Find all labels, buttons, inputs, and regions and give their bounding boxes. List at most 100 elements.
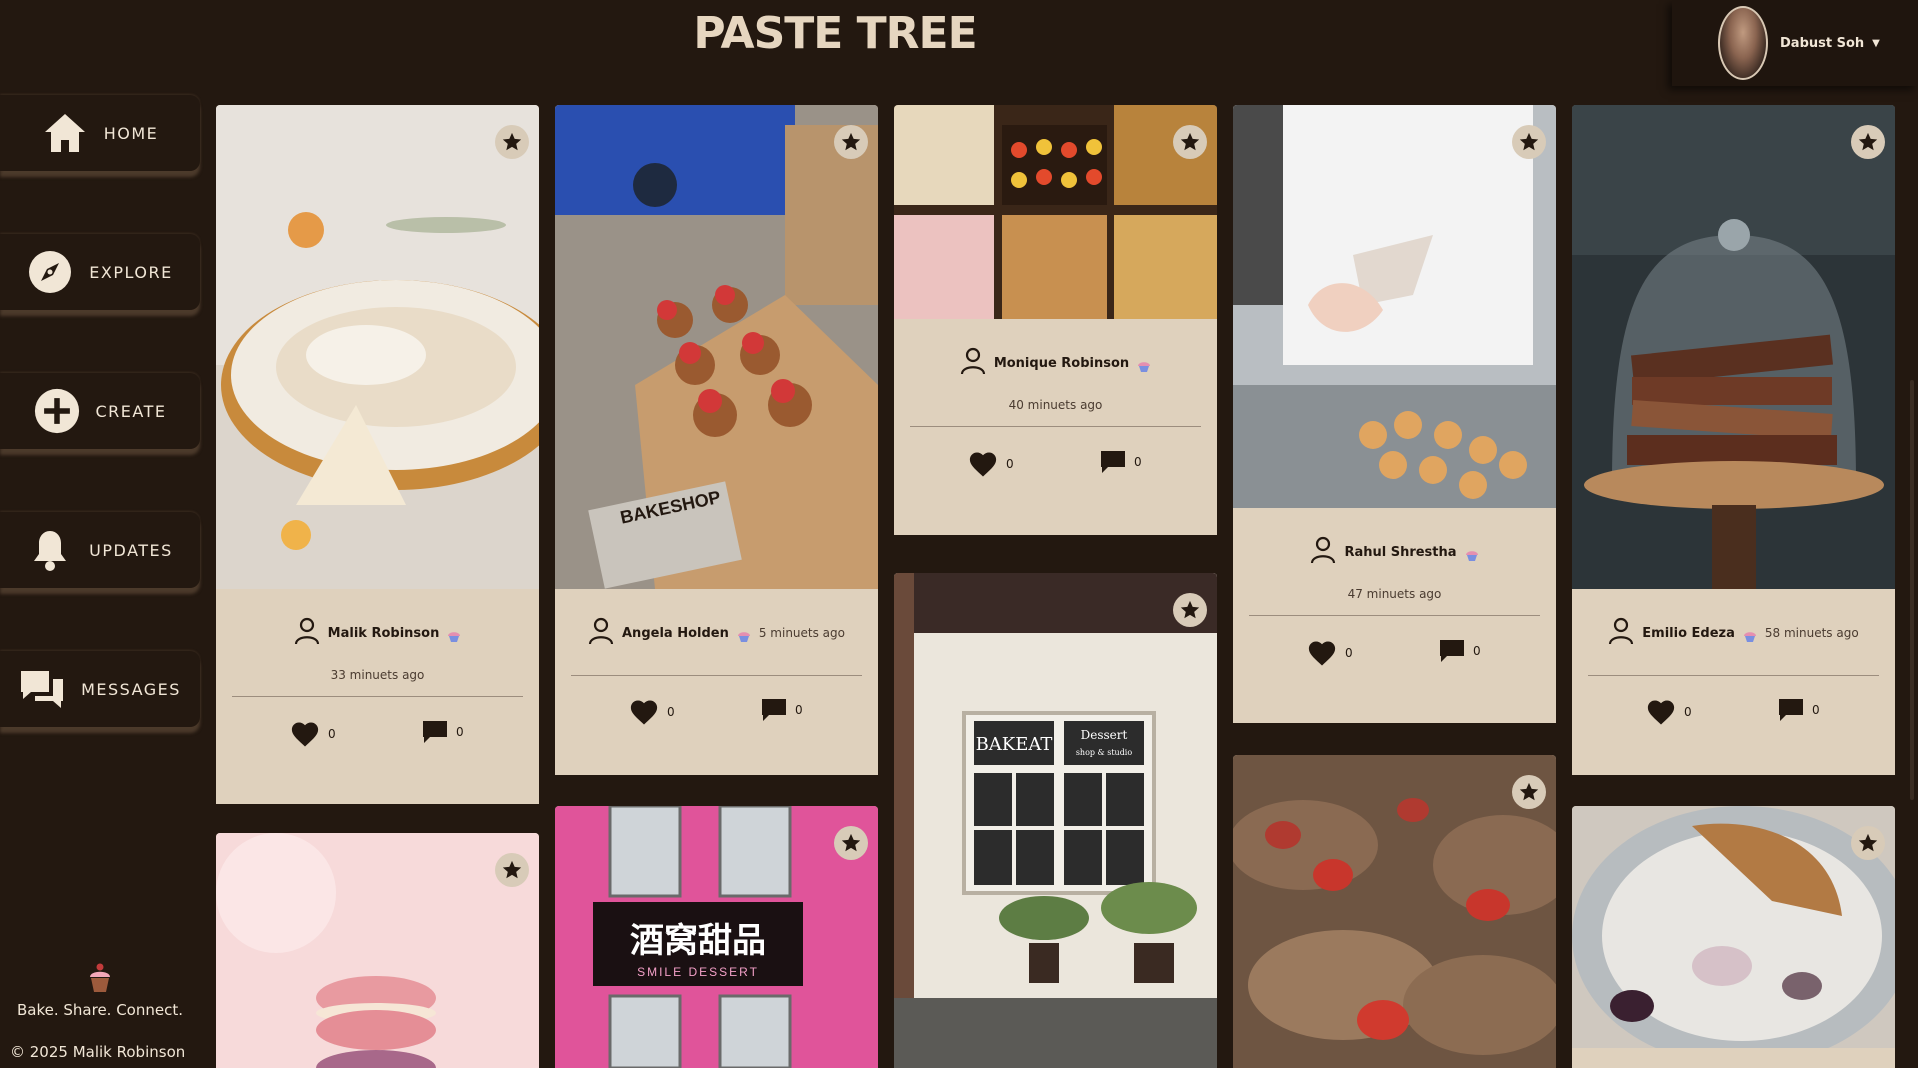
author-row: Monique Robinson: [894, 347, 1217, 379]
caret-down-icon[interactable]: ▼: [1872, 38, 1880, 49]
comment-count: 0: [1473, 644, 1481, 658]
cupcake-badge-icon: [1137, 357, 1151, 372]
comment-icon[interactable]: [761, 698, 787, 722]
comment-button[interactable]: 0: [1439, 639, 1481, 663]
post-author[interactable]: Angela Holden: [622, 626, 729, 641]
comment-icon[interactable]: [1778, 698, 1804, 722]
heart-icon[interactable]: [1307, 639, 1337, 667]
cupcake-badge-icon: [447, 627, 461, 642]
scrollbar-thumb[interactable]: [1910, 380, 1914, 800]
nav-home[interactable]: HOME: [0, 95, 200, 171]
comment-icon[interactable]: [1439, 639, 1465, 663]
favorite-star-button[interactable]: [1173, 593, 1207, 627]
comment-icon[interactable]: [422, 720, 448, 744]
post-image-bakeat-storefront[interactable]: BAKEAT Dessert shop & studio: [894, 573, 1217, 1068]
post-time: 5 minuets ago: [758, 626, 845, 640]
favorite-star-button[interactable]: [834, 826, 868, 860]
home-icon: [42, 110, 88, 156]
comment-button[interactable]: 0: [422, 720, 464, 744]
like-button[interactable]: 0: [290, 720, 336, 748]
post-card[interactable]: Monique Robinson 40 minuets ago 0 0: [894, 105, 1217, 535]
cupcake-badge-icon: [737, 627, 751, 642]
comment-icon[interactable]: [1100, 450, 1126, 474]
comment-button[interactable]: 0: [761, 698, 803, 722]
like-button[interactable]: 0: [968, 450, 1014, 478]
dessert-sign: Dessert: [1081, 728, 1128, 742]
post-card[interactable]: Rahul Shrestha 47 minuets ago 0 0: [1233, 105, 1556, 723]
user-icon: [1310, 536, 1336, 568]
nav-updates[interactable]: UPDATES: [0, 512, 200, 588]
like-button[interactable]: 0: [629, 698, 675, 726]
post-author[interactable]: Rahul Shrestha: [1344, 545, 1456, 560]
cupcake-badge-icon: [1743, 627, 1757, 642]
author-row: Rahul Shrestha: [1233, 536, 1556, 568]
user-icon: [588, 617, 614, 649]
divider: [571, 675, 862, 676]
post-card[interactable]: BAKEAT Dessert shop & studio: [894, 573, 1217, 1068]
comment-button[interactable]: 0: [1778, 698, 1820, 722]
user-icon: [294, 617, 320, 649]
user-icon: [960, 347, 986, 379]
post-image-piping-choux[interactable]: [1233, 105, 1556, 508]
post-time: 33 minuets ago: [330, 668, 425, 682]
user-menu[interactable]: Dabust Soh ▼: [1672, 0, 1918, 86]
post-image-smile-dessert-storefront[interactable]: 酒窝甜品 SMILE DESSERT: [555, 806, 878, 1068]
compass-icon: [27, 249, 73, 295]
heart-icon[interactable]: [1646, 698, 1676, 726]
post-card[interactable]: BAKESHOP Angela Holden 5 minuets ago 0 0: [555, 105, 878, 775]
favorite-star-button[interactable]: [495, 125, 529, 159]
nav-explore[interactable]: EXPLORE: [0, 234, 200, 310]
post-image-pastry-display[interactable]: [894, 105, 1217, 319]
post-card[interactable]: 酒窝甜品 SMILE DESSERT: [555, 806, 878, 1068]
nav-label-messages: MESSAGES: [81, 679, 181, 699]
divider: [1249, 615, 1540, 616]
post-author[interactable]: Malik Robinson: [328, 626, 440, 641]
heart-icon[interactable]: [968, 450, 998, 478]
post-author[interactable]: Emilio Edeza: [1642, 626, 1735, 641]
author-row: Emilio Edeza 58 minuets ago: [1572, 617, 1895, 649]
post-image-strawberry-cupcakes-bakeshop[interactable]: BAKESHOP: [555, 105, 878, 589]
like-count: 0: [1006, 457, 1014, 471]
nav-label-updates: UPDATES: [89, 540, 173, 560]
comment-count: 0: [795, 703, 803, 717]
post-card[interactable]: [1572, 806, 1895, 1068]
post-image-pink-macaron[interactable]: [216, 833, 539, 1068]
heart-icon[interactable]: [629, 698, 659, 726]
cupcake-logo-icon: [86, 962, 114, 994]
post-image-cake-under-dome[interactable]: [1572, 105, 1895, 589]
like-button[interactable]: 0: [1646, 698, 1692, 726]
like-count: 0: [328, 727, 336, 741]
avatar[interactable]: [1718, 6, 1768, 80]
post-card[interactable]: Malik Robinson 33 minuets ago 0 0: [216, 105, 539, 804]
favorite-star-button[interactable]: [1851, 125, 1885, 159]
post-card[interactable]: [216, 833, 539, 1068]
favorite-star-button[interactable]: [1512, 125, 1546, 159]
favorite-star-button[interactable]: [834, 125, 868, 159]
author-row: Malik Robinson: [216, 617, 539, 649]
plus-icon: [34, 388, 80, 434]
bakeat-sign: BAKEAT: [976, 734, 1053, 755]
like-count: 0: [1684, 705, 1692, 719]
post-card[interactable]: Emilio Edeza 58 minuets ago 0 0: [1572, 105, 1895, 775]
cupcake-badge-icon: [1465, 546, 1479, 561]
like-button[interactable]: 0: [1307, 639, 1353, 667]
bell-icon: [27, 527, 73, 573]
post-image-lemon-meringue-pie[interactable]: [216, 105, 539, 589]
comment-count: 0: [456, 725, 464, 739]
favorite-star-button[interactable]: [495, 853, 529, 887]
heart-icon[interactable]: [290, 720, 320, 748]
favorite-star-button[interactable]: [1173, 125, 1207, 159]
nav-messages[interactable]: MESSAGES: [0, 651, 200, 727]
favorite-star-button[interactable]: [1851, 826, 1885, 860]
like-count: 0: [1345, 646, 1353, 660]
tagline: Bake. Share. Connect.: [16, 1001, 183, 1019]
favorite-star-button[interactable]: [1512, 775, 1546, 809]
post-author[interactable]: Monique Robinson: [994, 356, 1129, 371]
post-image-strawberry-cakes[interactable]: [1233, 755, 1556, 1068]
like-count: 0: [667, 705, 675, 719]
nav-create[interactable]: CREATE: [0, 373, 200, 449]
comment-button[interactable]: 0: [1100, 450, 1142, 474]
post-card[interactable]: [1233, 755, 1556, 1068]
post-image-eaten-pie[interactable]: [1572, 806, 1895, 1048]
user-name[interactable]: Dabust Soh: [1780, 36, 1864, 51]
